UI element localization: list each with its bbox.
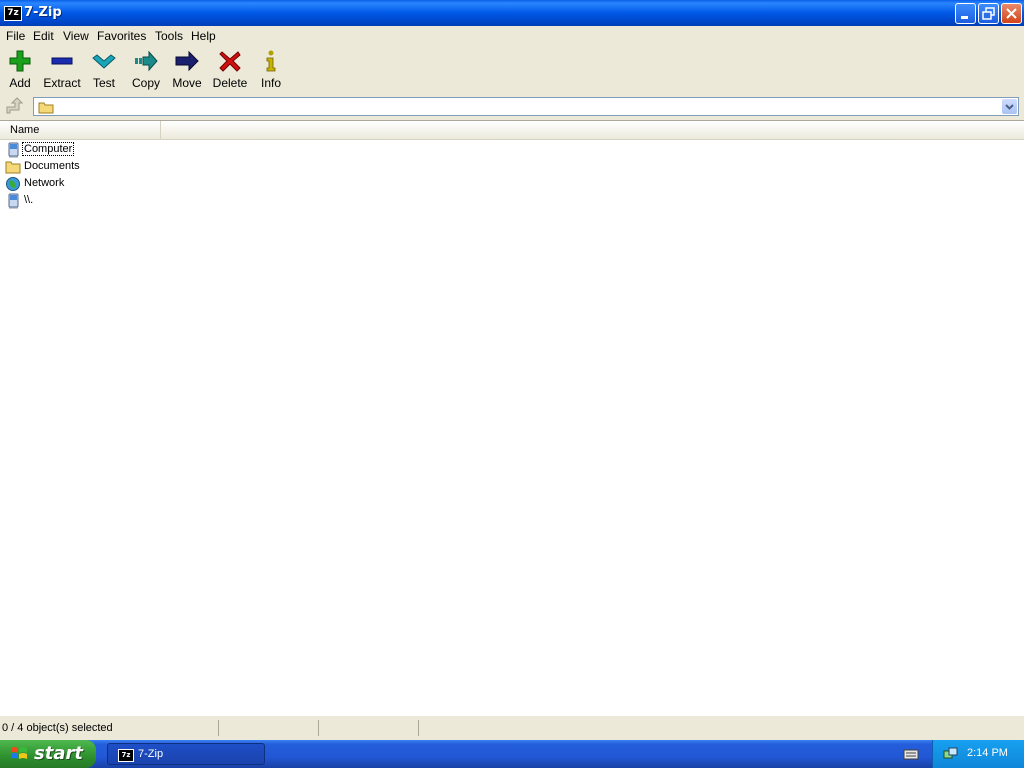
add-icon: [9, 50, 31, 72]
status-segment-info: [419, 720, 1022, 736]
toolbar: Add Extract Test Copy Move Delete Info: [0, 45, 1024, 94]
extract-button[interactable]: Extract: [42, 49, 82, 90]
title-bar[interactable]: 7z 7-Zip: [0, 0, 1024, 26]
system-tray: 2:14 PM: [932, 740, 1024, 768]
status-segment-selection: [0, 720, 219, 736]
column-name-header[interactable]: Name: [0, 121, 161, 139]
keyboard-icon[interactable]: [903, 747, 919, 761]
minimize-icon: [961, 16, 968, 19]
clock[interactable]: 2:14 PM: [967, 747, 1008, 759]
test-label: Test: [92, 76, 115, 90]
extract-icon: [51, 57, 73, 65]
status-bar: 0 / 4 object(s) selected: [0, 715, 1024, 740]
menu-view[interactable]: View: [63, 29, 89, 43]
menu-file[interactable]: File: [6, 29, 25, 43]
move-label: Move: [172, 76, 202, 90]
taskbar-button-7zip[interactable]: 7z 7-Zip: [107, 743, 265, 765]
menu-help[interactable]: Help: [191, 29, 216, 43]
address-dropdown-button[interactable]: [1002, 99, 1017, 114]
delete-button[interactable]: Delete: [210, 49, 250, 90]
column-name-label: Name: [10, 124, 40, 136]
copy-label: Copy: [131, 76, 160, 90]
folder-up-icon[interactable]: [4, 97, 24, 117]
status-segment-packed: [319, 720, 419, 736]
info-icon: [266, 50, 276, 72]
restore-button[interactable]: [978, 3, 999, 24]
copy-icon: [135, 50, 158, 72]
delete-icon: [219, 51, 241, 72]
start-label: start: [34, 743, 83, 764]
address-bar: [0, 94, 1024, 120]
network-icon: [6, 177, 20, 191]
network-status-icon[interactable]: [943, 746, 959, 762]
copy-button[interactable]: Copy: [126, 49, 166, 90]
list-item-label: Computer: [21, 142, 75, 156]
menu-edit[interactable]: Edit: [33, 29, 54, 43]
menu-bar: File Edit View Favorites Tools Help: [0, 26, 1024, 45]
info-label: Info: [260, 76, 281, 90]
add-button[interactable]: Add: [0, 49, 40, 90]
close-button[interactable]: [1001, 3, 1022, 24]
info-button[interactable]: Info: [251, 49, 291, 90]
computer-icon: [8, 142, 19, 158]
taskbar-button-label: 7-Zip: [138, 748, 164, 760]
test-icon: [92, 54, 116, 69]
app-icon[interactable]: 7z: [4, 6, 22, 21]
address-field[interactable]: [33, 97, 1019, 116]
move-button[interactable]: Move: [167, 49, 207, 90]
extract-label: Extract: [43, 76, 81, 90]
column-header: Name: [0, 121, 1024, 140]
chevron-down-icon: [1005, 104, 1014, 110]
device-icon: [8, 193, 19, 209]
delete-label: Delete: [212, 76, 248, 90]
list-item-label: Documents: [24, 160, 80, 172]
app-icon: 7z: [118, 749, 134, 762]
window-title: 7-Zip: [24, 5, 62, 20]
menu-favorites[interactable]: Favorites: [97, 29, 146, 43]
status-segment-size: [219, 720, 319, 736]
start-button[interactable]: start: [0, 740, 96, 768]
test-button[interactable]: Test: [84, 49, 124, 90]
folder-icon: [5, 161, 21, 174]
move-icon: [175, 50, 199, 72]
minimize-button[interactable]: [955, 3, 976, 24]
windows-flag-icon: [11, 747, 27, 759]
restore-icon: [982, 7, 995, 20]
menu-tools[interactable]: Tools: [155, 29, 183, 43]
list-item-label: Network: [24, 177, 65, 189]
taskbar: start 7z 7-Zip 2:14 PM: [0, 740, 1024, 768]
close-icon: [1006, 8, 1017, 19]
folder-icon: [38, 102, 54, 114]
list-item-label: \\.: [24, 194, 34, 206]
file-list[interactable]: Name Computer Documents Network \\.: [0, 120, 1024, 715]
add-label: Add: [9, 76, 31, 90]
